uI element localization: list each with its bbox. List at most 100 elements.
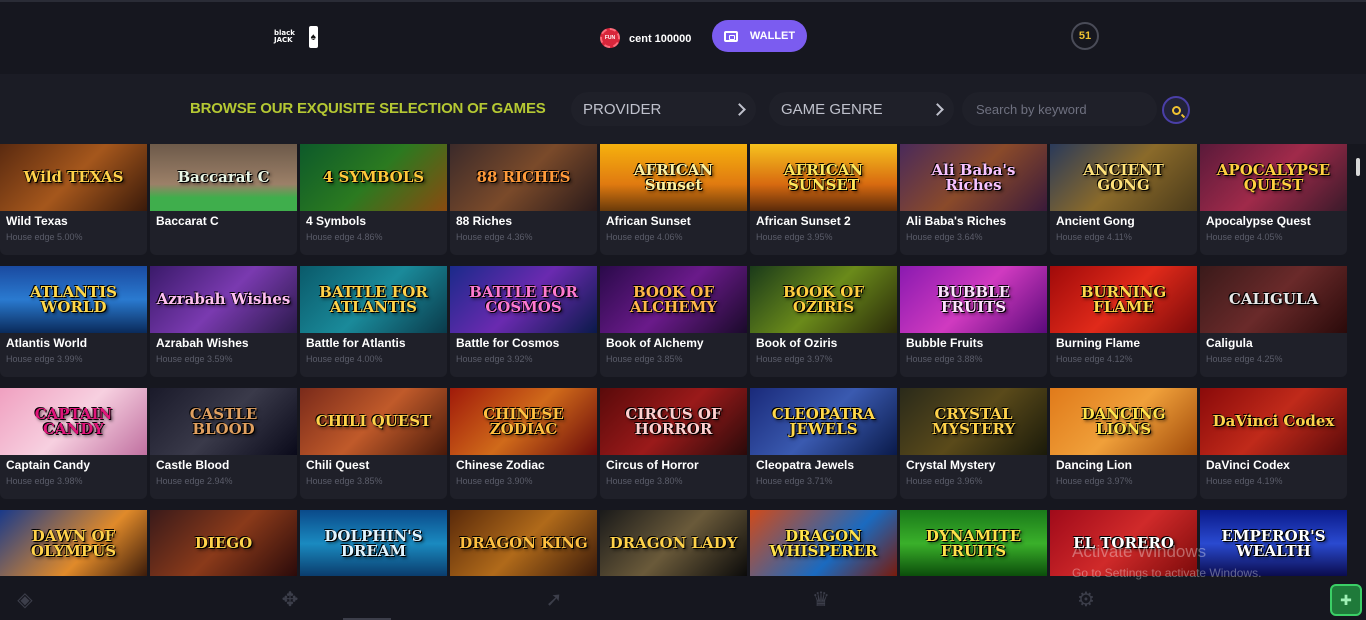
game-card[interactable]: Ali Baba's Riches Ali Baba's Riches House … [900, 144, 1047, 255]
game-thumbnail[interactable]: BOOK OF ALCHEMY [600, 266, 747, 333]
house-edge: House edge 4.05% [1206, 232, 1283, 242]
trophy-icon[interactable]: ♛ [808, 586, 834, 612]
wallet-button[interactable]: WALLET [712, 20, 807, 52]
search-button[interactable] [1162, 96, 1190, 124]
game-thumbnail[interactable]: BOOK OF OZIRIS [750, 266, 897, 333]
game-card[interactable]: AFRICAN SUNSET African Sunset 2 House edge… [750, 144, 897, 255]
top-bar: black JACK ♠ FUN cent 100000 WALLET 51 [0, 0, 1366, 72]
house-edge: House edge 3.80% [606, 476, 683, 486]
game-card[interactable]: DANCING LIONS Dancing Lion House edge 3.97… [1050, 388, 1197, 499]
house-edge: House edge 3.92% [456, 354, 533, 364]
game-card[interactable]: CLEOPATRA JEWELS Cleopatra Jewels House ed… [750, 388, 897, 499]
game-thumbnail[interactable]: DRAGON LADY [600, 510, 747, 576]
game-logo-art: BATTLE FOR COSMOS [469, 282, 578, 316]
game-thumbnail[interactable]: BUBBLE FRUITS [900, 266, 1047, 333]
game-card[interactable]: CALIGULA Caligula House edge 4.25% [1200, 266, 1347, 377]
game-thumbnail[interactable]: DAWN OF OLYMPUS [0, 510, 147, 576]
game-thumbnail[interactable]: DaVinci Codex [1200, 388, 1347, 455]
game-thumbnail[interactable]: CASTLE BLOOD [150, 388, 297, 455]
wallet-label: WALLET [749, 30, 796, 42]
game-card[interactable]: CHINESE ZODIAC Chinese Zodiac House edge 3… [450, 388, 597, 499]
game-thumbnail[interactable]: CALIGULA [1200, 266, 1347, 333]
diamond-icon[interactable]: ◈ [12, 586, 38, 612]
game-card[interactable]: Wild TEXAS Wild Texas House edge 5.00% [0, 144, 147, 255]
game-name: African Sunset [606, 214, 691, 228]
game-thumbnail[interactable]: AFRICAN SUNSET [750, 144, 897, 211]
game-thumbnail[interactable]: Azrabah Wishes [150, 266, 297, 333]
game-card[interactable]: Baccarat C Baccarat C [150, 144, 297, 255]
game-thumbnail[interactable]: APOCALYPSE QUEST [1200, 144, 1347, 211]
game-card[interactable]: 4 SYMBOLS 4 Symbols House edge 4.86% [300, 144, 447, 255]
game-card[interactable]: DYNAMITE FRUITS [900, 510, 1047, 576]
game-thumbnail[interactable]: BURNING FLAME [1050, 266, 1197, 333]
game-thumbnail[interactable]: CRYSTAL MYSTERY [900, 388, 1047, 455]
game-card[interactable]: BATTLE FOR ATLANTIS Battle for Atlantis Ho… [300, 266, 447, 377]
house-edge: House edge 5.00% [6, 232, 83, 242]
game-card[interactable]: BURNING FLAME Burning Flame House edge 4.1… [1050, 266, 1197, 377]
game-genre-dropdown[interactable]: GAME GENRE [769, 92, 954, 126]
game-thumbnail[interactable]: Baccarat C [150, 144, 297, 211]
game-thumbnail[interactable]: DYNAMITE FRUITS [900, 510, 1047, 576]
game-thumbnail[interactable]: ATLANTIS WORLD [0, 266, 147, 333]
game-card[interactable]: BATTLE FOR COSMOS Battle for Cosmos House … [450, 266, 597, 377]
game-card[interactable]: CIRCUS OF HORROR Circus of Horror House ed… [600, 388, 747, 499]
game-card[interactable]: BUBBLE FRUITS Bubble Fruits House edge 3.8… [900, 266, 1047, 377]
chat-widget-icon[interactable]: ✚ [1330, 584, 1362, 616]
game-card[interactable]: DaVinci Codex DaVinci Codex House edge 4.1… [1200, 388, 1347, 499]
game-card[interactable]: BOOK OF OZIRIS Book of Oziris House edge 3… [750, 266, 897, 377]
game-card[interactable]: DIEGO [150, 510, 297, 576]
site-logo[interactable]: black JACK ♠ [274, 24, 318, 50]
rocket-icon[interactable]: ➚ [541, 586, 567, 612]
game-thumbnail[interactable]: CHILI QUEST [300, 388, 447, 455]
game-card[interactable]: APOCALYPSE QUEST Apocalypse Quest House ed… [1200, 144, 1347, 255]
game-card[interactable]: DOLPHIN'S DREAM [300, 510, 447, 576]
game-thumbnail[interactable]: CHINESE ZODIAC [450, 388, 597, 455]
game-thumbnail[interactable]: BATTLE FOR ATLANTIS [300, 266, 447, 333]
game-thumbnail[interactable]: BATTLE FOR COSMOS [450, 266, 597, 333]
game-card[interactable]: ANCIENT GONG Ancient Gong House edge 4.11% [1050, 144, 1197, 255]
game-thumbnail[interactable]: DRAGON WHISPERER [750, 510, 897, 576]
game-thumbnail[interactable]: ANCIENT GONG [1050, 144, 1197, 211]
bottom-nav: ◈ ✥ ➚ ♛ ⚙ [0, 576, 1366, 620]
game-card[interactable]: 88 RICHES 88 Riches House edge 4.36% [450, 144, 597, 255]
game-thumbnail[interactable]: CLEOPATRA JEWELS [750, 388, 897, 455]
game-thumbnail[interactable]: Wild TEXAS [0, 144, 147, 211]
game-card[interactable]: CAPTAIN CANDY Captain Candy House edge 3.9… [0, 388, 147, 499]
game-thumbnail[interactable]: Ali Baba's Riches [900, 144, 1047, 211]
game-card[interactable]: ATLANTIS WORLD Atlantis World House edge 3… [0, 266, 147, 377]
game-thumbnail[interactable]: DANCING LIONS [1050, 388, 1197, 455]
game-thumbnail[interactable]: 88 RICHES [450, 144, 597, 211]
game-thumbnail[interactable]: CAPTAIN CANDY [0, 388, 147, 455]
provider-dropdown[interactable]: PROVIDER [571, 92, 756, 126]
game-logo-art: DRAGON LADY [609, 534, 738, 552]
game-thumbnail[interactable]: 4 SYMBOLS [300, 144, 447, 211]
game-card[interactable]: Azrabah Wishes Azrabah Wishes House edge 3… [150, 266, 297, 377]
house-edge: House edge 3.88% [906, 354, 983, 364]
game-logo-art: BATTLE FOR ATLANTIS [319, 282, 428, 316]
scrollbar[interactable] [1350, 144, 1366, 576]
game-name: 4 Symbols [306, 214, 367, 228]
game-card[interactable]: DAWN OF OLYMPUS [0, 510, 147, 576]
game-logo-art: DRAGON WHISPERER [769, 526, 878, 560]
game-logo-art: DOLPHIN'S DREAM [324, 526, 423, 560]
game-thumbnail[interactable]: DOLPHIN'S DREAM [300, 510, 447, 576]
game-card[interactable]: CRYSTAL MYSTERY Crystal Mystery House edge… [900, 388, 1047, 499]
game-name: Book of Oziris [756, 336, 838, 350]
game-thumbnail[interactable]: DRAGON KING [450, 510, 597, 576]
game-name: Ancient Gong [1056, 214, 1135, 228]
search-input[interactable] [962, 92, 1157, 126]
game-card[interactable]: BOOK OF ALCHEMY Book of Alchemy House edge… [600, 266, 747, 377]
gear-icon[interactable]: ⚙ [1073, 586, 1099, 612]
game-thumbnail[interactable]: CIRCUS OF HORROR [600, 388, 747, 455]
game-thumbnail[interactable]: DIEGO [150, 510, 297, 576]
notification-badge[interactable]: 51 [1071, 22, 1099, 50]
scrollbar-thumb[interactable] [1356, 158, 1360, 176]
game-card[interactable]: DRAGON WHISPERER [750, 510, 897, 576]
game-card[interactable]: DRAGON LADY [600, 510, 747, 576]
game-card[interactable]: CHILI QUEST Chili Quest House edge 3.85% [300, 388, 447, 499]
game-card[interactable]: AFRICAN Sunset African Sunset House edge 4… [600, 144, 747, 255]
crown-icon[interactable]: ✥ [277, 586, 303, 612]
game-thumbnail[interactable]: AFRICAN Sunset [600, 144, 747, 211]
game-card[interactable]: CASTLE BLOOD Castle Blood House edge 2.94% [150, 388, 297, 499]
game-card[interactable]: DRAGON KING [450, 510, 597, 576]
